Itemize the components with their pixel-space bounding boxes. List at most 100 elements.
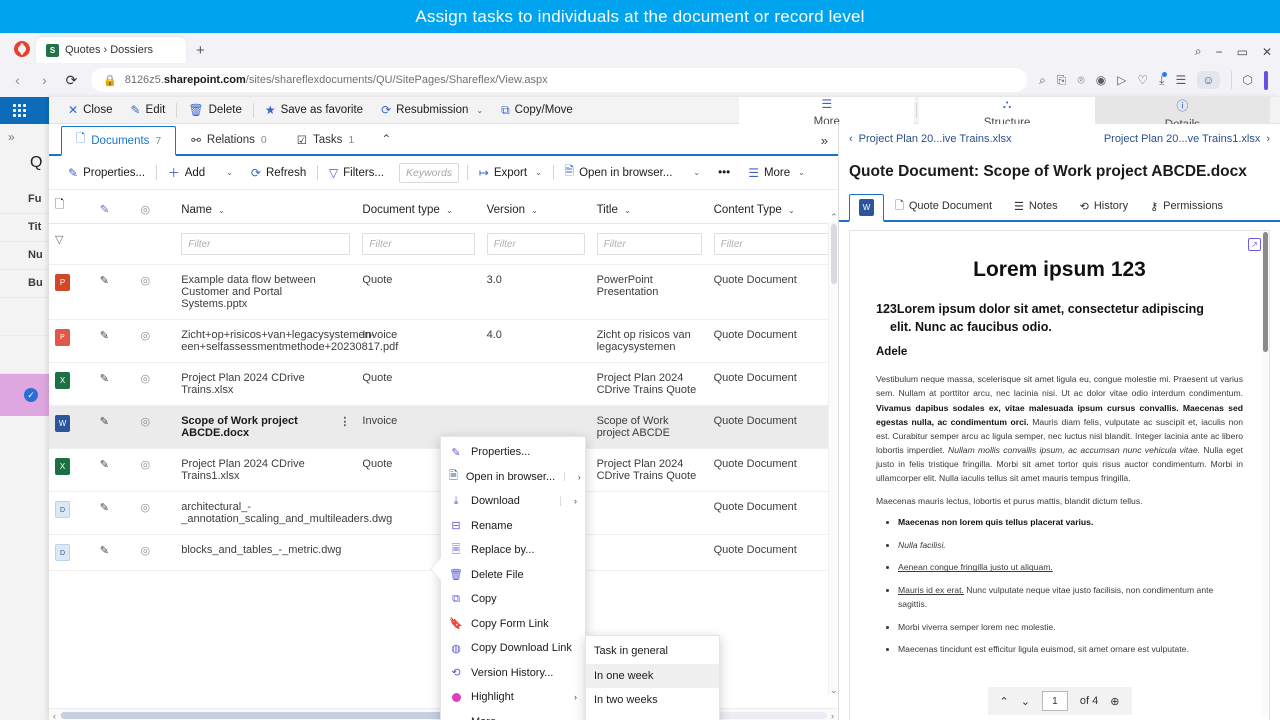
page-number-input[interactable]: 1 (1041, 691, 1068, 711)
open-in-browser-button[interactable]: 🗎 Open in browser... (555, 159, 681, 186)
list-vertical-scrollbar[interactable]: ⌃ ⌄ (828, 212, 838, 696)
edit-page-icon[interactable]: ⎘ (1057, 73, 1067, 88)
table-row[interactable]: X ✎ ◎ Project Plan 2024 CDrive Trains.xl… (49, 362, 838, 406)
page-down-icon[interactable]: ⌄ (1021, 695, 1030, 708)
col-title[interactable]: Title ⌄ (590, 190, 708, 224)
zoom-icon[interactable]: ⌕ (1039, 73, 1046, 88)
next-document-link[interactable]: Project Plan 20...ve Trains1.xlsx › (1104, 133, 1270, 145)
overflow-button[interactable]: ••• (709, 159, 739, 186)
resubmission-button[interactable]: ⟳ Resubmission ⌄ (372, 97, 492, 124)
cell-name[interactable]: ⋮ Scope of Work project ABCDE.docx (175, 405, 357, 449)
close-button[interactable]: ✕ Close (59, 97, 121, 124)
menu-item-copy[interactable]: ⧉ Copy (441, 587, 585, 612)
table-row[interactable]: P ✎ ◎ Example data flow between Customer… (49, 264, 838, 320)
snapshot-icon[interactable]: ⌾ (1077, 73, 1084, 88)
cell-name[interactable]: architectural_-_annotation_scaling_and_m… (175, 491, 392, 535)
back-icon[interactable]: ‹ (10, 72, 25, 88)
scroll-right-icon[interactable]: › (831, 711, 834, 720)
window-search-icon[interactable]: ⌕ (1195, 44, 1202, 59)
detail-tab-word-preview[interactable]: W (849, 194, 884, 222)
row-kebab-menu-icon[interactable]: ⋮ (339, 415, 350, 428)
table-row[interactable]: P ✎ ◎ Zicht+op+risicos+van+legacysysteme… (49, 319, 838, 363)
collapse-chevron-up-icon[interactable]: ⌃ (381, 132, 391, 154)
structure-button[interactable]: ⛬ Structure (919, 96, 1095, 129)
cell-name[interactable]: Project Plan 2024 CDrive Trains.xlsx (175, 362, 357, 406)
menu-item-version-history[interactable]: ⟲ Version History... (441, 661, 585, 686)
menu-item-properties[interactable]: ✎ Properties... (441, 440, 585, 465)
menu-item-copy-form-link[interactable]: 🔖 Copy Form Link (441, 612, 585, 637)
open-in-browser-dropdown[interactable]: ⌄ (681, 159, 709, 186)
cell-name[interactable]: blocks_and_tables_-_metric.dwg (175, 534, 357, 571)
submenu-item-in-two-weeks[interactable]: In two weeks (586, 688, 719, 713)
profile-icon[interactable]: ☺ (1197, 71, 1220, 89)
preview-vertical-scrollbar[interactable] (1262, 232, 1269, 716)
menu-item-open-in-browser[interactable]: 🗎 Open in browser... | › (441, 465, 585, 490)
page-up-icon[interactable]: ⌃ (999, 695, 1008, 708)
detail-tab-notes[interactable]: ☰ Notes (1003, 192, 1069, 220)
detail-tab-quote-document[interactable]: 🗋 Quote Document (884, 192, 1003, 220)
popout-icon[interactable]: ↗ (1248, 238, 1261, 251)
add-button[interactable]: ＋ Add (159, 159, 214, 186)
record-icon[interactable]: ◉ (1096, 73, 1106, 87)
submenu-item-in-one-week[interactable]: In one week (586, 663, 719, 688)
list-more-button[interactable]: ☰ More ⌄ (739, 159, 814, 186)
forward-icon[interactable]: › (37, 72, 52, 88)
submenu-item-task-in-general[interactable]: Task in general (586, 639, 719, 664)
scroll-down-icon[interactable]: ⌄ (830, 685, 838, 696)
details-button[interactable]: ⓘ Details (1094, 96, 1271, 131)
save-as-favorite-button[interactable]: ★ Save as favorite (256, 97, 372, 124)
tab-tasks[interactable]: ☑ Tasks 1 (282, 124, 370, 154)
app-launcher-icon[interactable] (13, 104, 26, 117)
col-name[interactable]: Name ⌄ (175, 190, 357, 224)
window-minimize-button[interactable]: − (1216, 45, 1223, 59)
menu-item-delete-file[interactable]: 🗑 Delete File (441, 563, 585, 588)
reload-icon[interactable]: ⟳ (64, 72, 79, 89)
menu-item-replace-by[interactable]: 🗏 Replace by... (441, 538, 585, 563)
col-version[interactable]: Version ⌄ (480, 190, 591, 224)
tab-documents[interactable]: 🗋 Documents 7 (61, 126, 177, 156)
cell-name[interactable]: Project Plan 2024 CDrive Trains1.xlsx (175, 448, 357, 492)
heart-icon[interactable]: ♡ (1137, 73, 1148, 87)
menu-item-more[interactable]: More › (441, 710, 585, 720)
edit-button[interactable]: ✎ Edit (121, 97, 174, 124)
properties-button[interactable]: ✎ Properties... (59, 159, 154, 186)
row-preview-icon: ◎ (140, 502, 151, 514)
tab-relations[interactable]: ⚯ Relations 0 (176, 124, 281, 154)
scroll-up-icon[interactable]: ⌃ (830, 212, 838, 223)
keywords-input[interactable]: Keywords (399, 162, 460, 183)
window-close-button[interactable]: ✕ (1262, 45, 1272, 59)
preview-scroll-thumb[interactable] (1263, 232, 1268, 352)
browser-tab[interactable]: S Quotes › Dossiers (36, 37, 186, 63)
more-button[interactable]: ☰ More ⌄ (739, 96, 915, 142)
copy-move-button[interactable]: ⧉ Copy/Move (492, 97, 582, 124)
scroll-thumb[interactable] (831, 224, 837, 284)
detail-tab-permissions[interactable]: ⚷ Permissions (1139, 192, 1234, 220)
zoom-in-icon[interactable]: ⊕ (1110, 695, 1119, 708)
cell-name[interactable]: Zicht+op+risicos+van+legacysystemen-een+… (175, 319, 398, 363)
delete-button[interactable]: 🗑 Delete (179, 97, 250, 124)
export-button[interactable]: ↦ Export ⌄ (470, 159, 551, 186)
url-input[interactable]: 🔒 8126z5.sharepoint.com/sites/shareflexd… (91, 68, 1028, 92)
downloads-icon[interactable]: ⤓ (1159, 71, 1168, 88)
refresh-button[interactable]: ⟳ Refresh (242, 159, 315, 186)
workspaces-icon[interactable]: ⬡ (1243, 73, 1253, 87)
menu-item-highlight[interactable]: Highlight › (441, 685, 585, 710)
new-tab-button[interactable]: + (196, 43, 205, 58)
send-icon[interactable]: ▷ (1117, 73, 1126, 87)
window-maximize-button[interactable]: ▭ (1237, 45, 1248, 59)
filters-button[interactable]: ▽ Filters... (320, 159, 393, 186)
cell-name[interactable]: Example data flow between Customer and P… (175, 264, 357, 320)
menu-item-copy-download-link[interactable]: ◍ Copy Download Link (441, 636, 585, 661)
menu-icon[interactable]: ☰ (1175, 73, 1186, 87)
menu-item-rename[interactable]: ⊟ Rename (441, 514, 585, 539)
prev-document-link[interactable]: ‹ Project Plan 20...ive Trains.xlsx (849, 133, 1012, 145)
submenu-item-in-one-month[interactable]: In one month (586, 713, 719, 720)
detail-tab-history[interactable]: ⟲ History (1069, 192, 1139, 220)
document-preview[interactable]: ↗ Lorem ipsum 123 123Lorem ipsum dolor s… (849, 230, 1270, 720)
add-dropdown[interactable]: ⌄ (214, 159, 242, 186)
expand-right-icon[interactable]: » (821, 133, 828, 148)
menu-item-download[interactable]: ⤓ Download | › (441, 489, 585, 514)
col-content-type[interactable]: Content Type ⌄ (707, 190, 838, 224)
scroll-left-icon[interactable]: ‹ (53, 711, 56, 720)
col-document-type[interactable]: Document type ⌄ (356, 190, 481, 224)
